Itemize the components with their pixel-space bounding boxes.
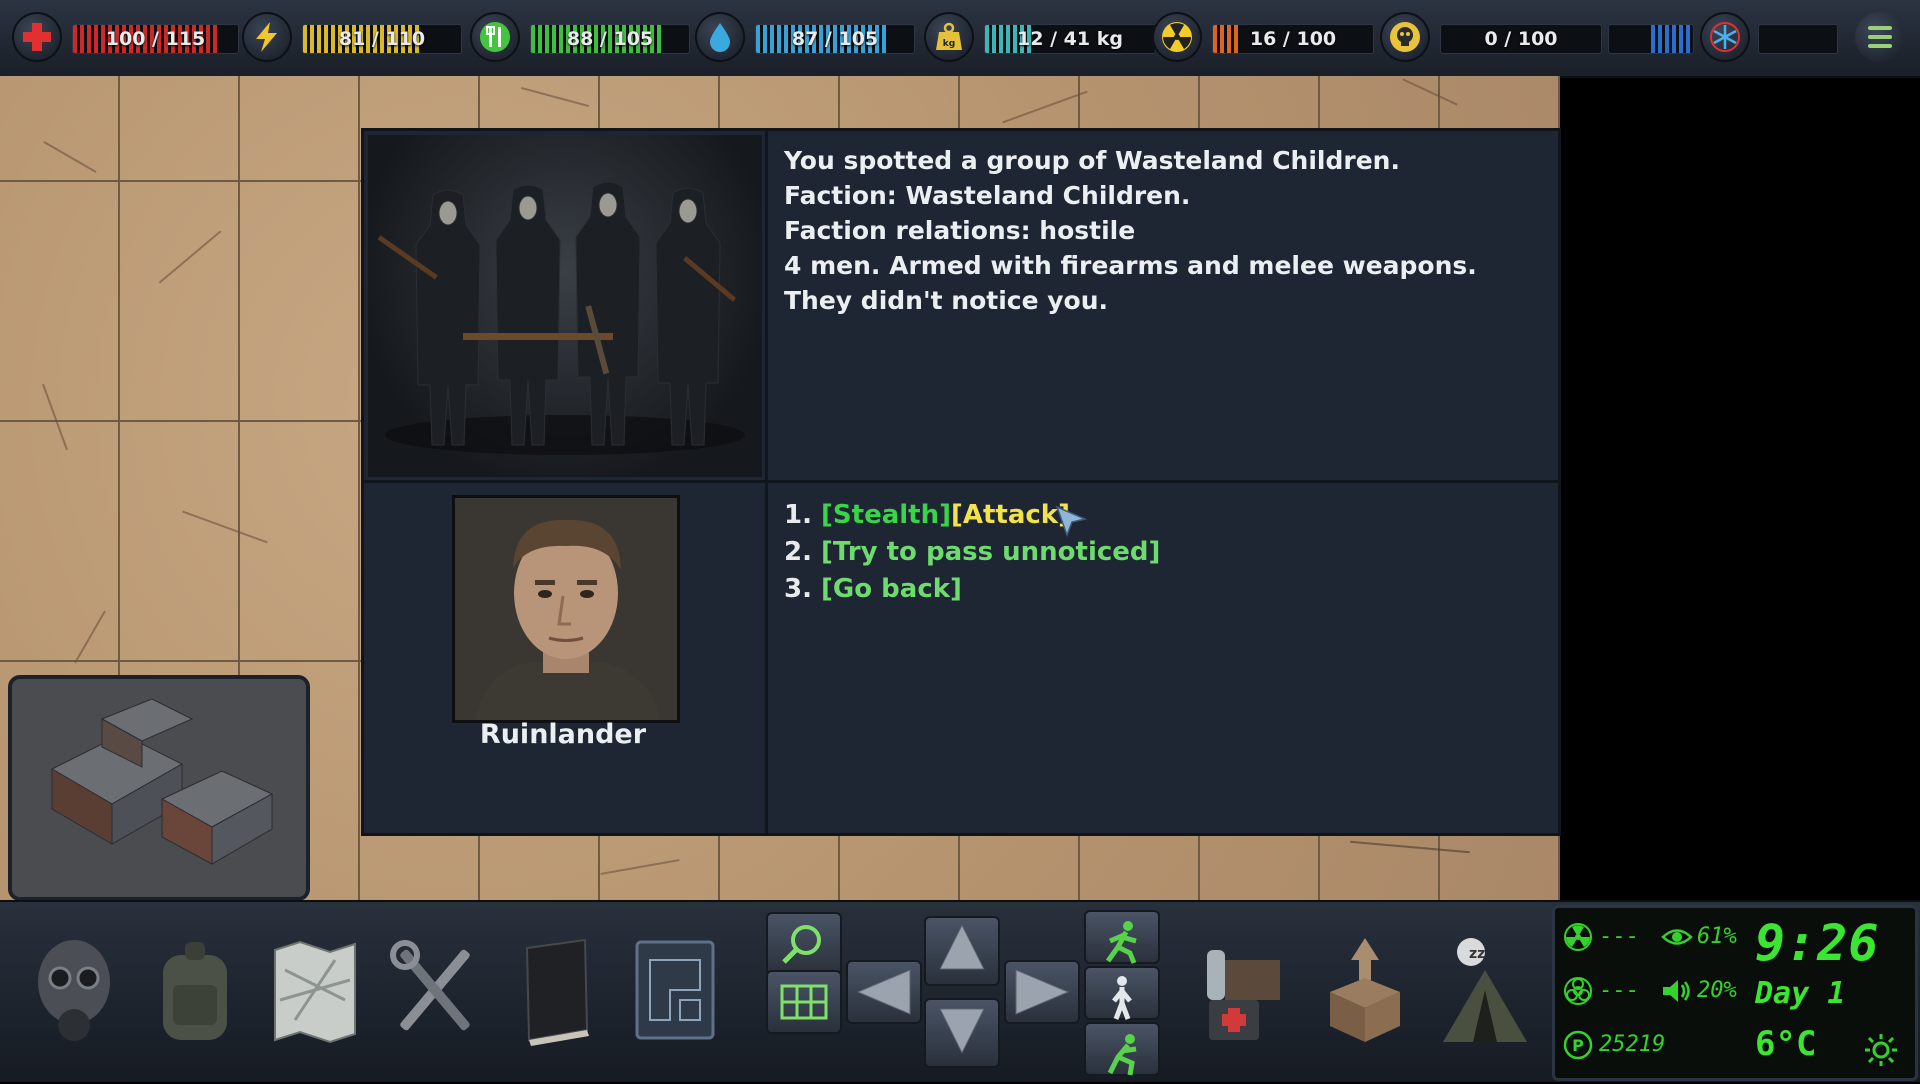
sun-icon <box>1865 1034 1897 1066</box>
journal-icon[interactable] <box>505 930 605 1050</box>
arrow-right-icon[interactable] <box>1004 960 1080 1024</box>
option-number: 2. <box>784 537 812 567</box>
fork-knife-icon <box>470 12 520 62</box>
temperature-readout: 6°C <box>1755 1024 1817 1064</box>
visibility-value: 61% <box>1697 924 1737 949</box>
weight-value: 12 / 41 kg <box>1017 28 1123 50</box>
status-panel: --- 61% --- 20% P 25219 9:26 Day 1 6°C <box>1552 905 1918 1081</box>
mouse-cursor-icon <box>1055 505 1088 538</box>
energy-bar: 81 / 110 <box>302 24 462 54</box>
description-line: Faction: Wasteland Children. <box>784 181 1191 210</box>
noise-value: 20% <box>1697 978 1737 1003</box>
points-value: 25219 <box>1599 1032 1666 1057</box>
storage-box-icon[interactable] <box>1315 930 1415 1050</box>
food-value: 88 / 105 <box>566 28 654 50</box>
game-clock: 9:26 <box>1755 914 1880 972</box>
location-minimap[interactable] <box>8 675 310 901</box>
day-counter: Day 1 <box>1755 976 1846 1011</box>
dialog-divider <box>364 480 1558 483</box>
svg-text:P: P <box>1572 1036 1584 1055</box>
description-line: 4 men. Armed with firearms and melee wea… <box>784 251 1477 280</box>
health-bar: 100 / 115 <box>72 24 239 54</box>
heat-bar <box>1758 24 1838 54</box>
svg-text:kg: kg <box>943 39 955 49</box>
cold-bar <box>1608 24 1694 54</box>
encounter-image <box>368 135 762 477</box>
option-label: [Go back] <box>821 574 962 604</box>
option-label: [Try to pass unnoticed] <box>821 537 1161 567</box>
hamburger-menu-icon[interactable] <box>1855 12 1905 62</box>
character-name: Ruinlander <box>479 719 647 750</box>
encounter-dialog: You spotted a group of Wasteland Childre… <box>361 128 1561 836</box>
sneak-icon[interactable] <box>1084 1022 1160 1076</box>
supplies-icon[interactable] <box>1195 930 1295 1050</box>
water-bar: 87 / 105 <box>755 24 915 54</box>
energy-value: 81 / 110 <box>338 28 426 50</box>
gas-mask-icon[interactable] <box>24 930 124 1050</box>
grid-icon[interactable] <box>766 970 842 1034</box>
radiation-icon <box>1152 12 1202 62</box>
toxicity-value: 0 / 100 <box>1484 28 1558 50</box>
arrow-down-icon[interactable] <box>924 998 1000 1068</box>
description-line: Faction relations: hostile <box>784 216 1136 245</box>
option-stealth-attack[interactable]: 1. [Stealth][Attack] <box>784 497 1160 534</box>
arrow-left-icon[interactable] <box>846 960 922 1024</box>
walk-icon[interactable] <box>1084 966 1160 1020</box>
toxicity-bar: 0 / 100 <box>1440 24 1602 54</box>
encounter-description: You spotted a group of Wasteland Childre… <box>784 143 1544 318</box>
radiation-value: 16 / 100 <box>1249 28 1337 50</box>
water-value: 87 / 105 <box>791 28 879 50</box>
blueprint-icon[interactable] <box>625 930 725 1050</box>
search-icon[interactable] <box>766 912 842 976</box>
option-go-back[interactable]: 3. [Go back] <box>784 571 1160 608</box>
radiation-bar: 16 / 100 <box>1212 24 1374 54</box>
character-portrait <box>452 495 680 723</box>
map-icon[interactable] <box>265 930 365 1050</box>
radiation-reading: --- <box>1599 924 1639 949</box>
speaker-icon <box>1663 980 1690 1002</box>
rest-tent-icon[interactable]: zz <box>1435 930 1535 1050</box>
description-line: They didn't notice you. <box>784 286 1109 315</box>
option-number: 3. <box>784 574 812 604</box>
snowflake-icon <box>1700 12 1750 62</box>
weight-bar: 12 / 41 kg <box>984 24 1156 54</box>
weight-icon: kg <box>924 12 974 62</box>
attack-tag: [Attack] <box>950 500 1070 530</box>
radiation-icon <box>1564 923 1592 951</box>
option-pass-unnoticed[interactable]: 2. [Try to pass unnoticed] <box>784 534 1160 571</box>
dialog-options: 1. [Stealth][Attack] 2. [Try to pass unn… <box>784 497 1160 608</box>
tools-icon[interactable] <box>385 930 485 1050</box>
eye-icon <box>1661 929 1693 945</box>
health-value: 100 / 115 <box>105 28 206 50</box>
food-bar: 88 / 105 <box>530 24 690 54</box>
biohazard-icon <box>1564 977 1592 1005</box>
top-status-bar: 100 / 115 81 / 110 88 / 105 87 / 105 kg … <box>0 0 1920 78</box>
stealth-tag: [Stealth] <box>821 500 951 530</box>
run-icon[interactable] <box>1084 910 1160 964</box>
backpack-icon[interactable] <box>145 930 245 1050</box>
option-number: 1. <box>784 500 812 530</box>
skull-icon <box>1380 12 1430 62</box>
arrow-up-icon[interactable] <box>924 916 1000 986</box>
svg-text:zz: zz <box>1469 946 1485 962</box>
lightning-icon <box>242 12 292 62</box>
points-icon: P <box>1563 1030 1593 1060</box>
description-line: You spotted a group of Wasteland Childre… <box>784 146 1400 175</box>
contamination-reading: --- <box>1599 978 1639 1003</box>
water-drop-icon <box>695 12 745 62</box>
red-cross-icon <box>12 12 62 62</box>
